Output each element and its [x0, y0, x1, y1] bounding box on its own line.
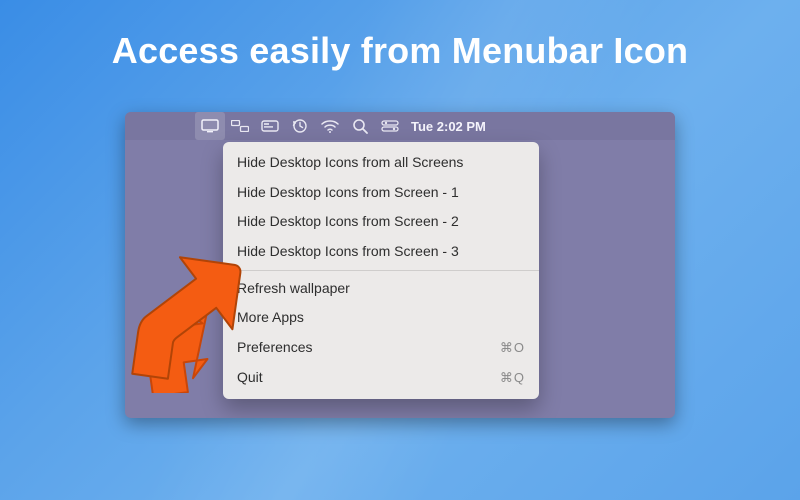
menu-item-label: Preferences: [237, 337, 312, 359]
menu-item-more-apps[interactable]: More Apps: [223, 303, 539, 333]
screenshot-frame: Tue 2:02 PM Hide Desktop Icons from all …: [125, 112, 675, 418]
menubar-clock[interactable]: Tue 2:02 PM: [411, 119, 486, 134]
menu-separator: [223, 270, 539, 271]
menu-item-preferences[interactable]: Preferences ⌘O: [223, 333, 539, 363]
menubar-control-center-icon[interactable]: [375, 112, 405, 140]
menubar-search-icon[interactable]: [345, 112, 375, 140]
menu-item-hide-screen-3[interactable]: Hide Desktop Icons from Screen - 3: [223, 237, 539, 267]
dropdown-menu: Hide Desktop Icons from all Screens Hide…: [223, 142, 539, 399]
menu-item-label: More Apps: [237, 307, 304, 329]
menu-item-label: Hide Desktop Icons from Screen - 2: [237, 211, 459, 233]
menu-item-label: Hide Desktop Icons from all Screens: [237, 152, 463, 174]
menubar-display-icon[interactable]: [195, 112, 225, 140]
menu-item-label: Quit: [237, 367, 263, 389]
menu-shortcut: ⌘Q: [500, 368, 525, 388]
menu-shortcut: ⌘O: [500, 338, 525, 358]
menu-item-label: Hide Desktop Icons from Screen - 3: [237, 241, 459, 263]
menu-item-hide-all[interactable]: Hide Desktop Icons from all Screens: [223, 148, 539, 178]
page-title: Access easily from Menubar Icon: [0, 0, 800, 72]
menu-item-refresh-wallpaper[interactable]: Refresh wallpaper: [223, 274, 539, 304]
menu-item-hide-screen-1[interactable]: Hide Desktop Icons from Screen - 1: [223, 178, 539, 208]
menubar: Tue 2:02 PM: [125, 112, 675, 140]
menu-item-label: Hide Desktop Icons from Screen - 1: [237, 182, 459, 204]
menubar-time-machine-icon[interactable]: [285, 112, 315, 140]
menu-item-quit[interactable]: Quit ⌘Q: [223, 363, 539, 393]
menubar-mission-control-icon[interactable]: [225, 112, 255, 140]
menu-item-hide-screen-2[interactable]: Hide Desktop Icons from Screen - 2: [223, 207, 539, 237]
menu-item-label: Refresh wallpaper: [237, 278, 350, 300]
menubar-wifi-icon[interactable]: [315, 112, 345, 140]
menubar-card-icon[interactable]: [255, 112, 285, 140]
